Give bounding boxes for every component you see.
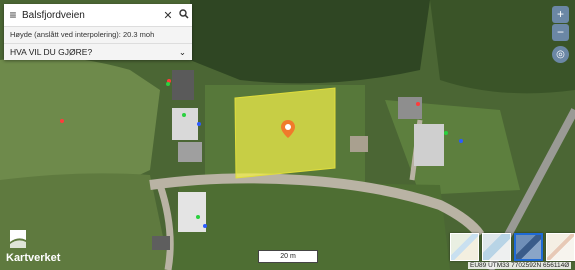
scale-bar: 20 m <box>258 250 318 263</box>
height-info: Høyde (anslått ved interpolering): 20.3 … <box>4 27 192 43</box>
minus-icon: − <box>556 25 564 39</box>
plus-icon: + <box>556 7 564 21</box>
search-input[interactable] <box>22 9 160 21</box>
zoom-in-button[interactable]: + <box>552 6 569 23</box>
close-icon[interactable]: ✕ <box>160 9 176 22</box>
kartverket-logo: Kartverket <box>6 228 60 264</box>
base-layer-selector <box>450 233 575 261</box>
locate-button[interactable]: ◎ <box>552 46 569 63</box>
search-icon[interactable] <box>176 8 192 22</box>
layer-aerial-photo[interactable] <box>514 233 543 261</box>
search-panel: ≡ ✕ Høyde (anslått ved interpolering): 2… <box>4 4 192 60</box>
map-pin-icon[interactable] <box>281 120 295 138</box>
action-menu-label: HVA VIL DU GJØRE? <box>10 47 93 57</box>
map-view[interactable]: ≡ ✕ Høyde (anslått ved interpolering): 2… <box>0 0 575 270</box>
logo-text: Kartverket <box>6 252 61 264</box>
layer-topo[interactable] <box>546 233 575 261</box>
layer-map[interactable] <box>450 233 479 261</box>
chevron-down-icon: ⌄ <box>178 46 186 57</box>
menu-icon[interactable]: ≡ <box>4 8 22 22</box>
search-bar: ≡ ✕ <box>4 4 192 27</box>
layer-grey-map[interactable] <box>482 233 511 261</box>
locate-icon: ◎ <box>556 49 565 60</box>
zoom-out-button[interactable]: − <box>552 24 569 41</box>
action-menu-button[interactable]: HVA VIL DU GJØRE? ⌄ <box>4 43 192 60</box>
coordinate-readout: EU89 UTM33 7702592N 656114Ø <box>468 262 572 269</box>
logo-icon <box>10 230 26 248</box>
